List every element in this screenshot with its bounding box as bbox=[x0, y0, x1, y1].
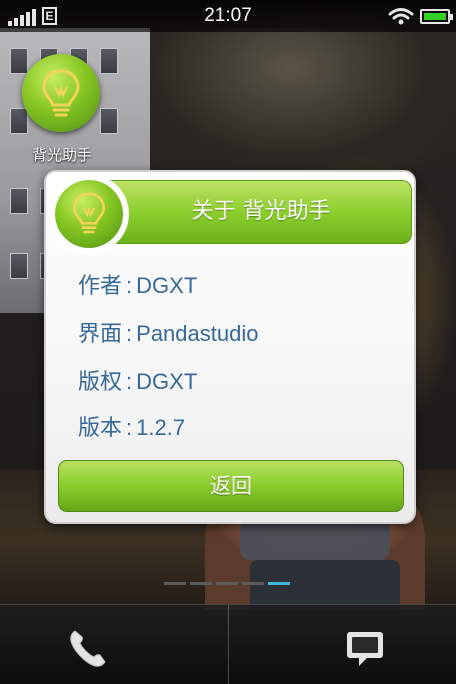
info-row-copyright: 版权: DGXT bbox=[78, 364, 197, 396]
lightbulb-icon bbox=[42, 69, 80, 117]
back-button[interactable]: 返回 bbox=[58, 460, 404, 512]
wifi-icon bbox=[388, 8, 414, 25]
info-value: 1.2.7 bbox=[136, 415, 186, 440]
wallpaper-person-top bbox=[240, 520, 390, 560]
page-indicator bbox=[164, 582, 294, 586]
info-value: DGXT bbox=[136, 273, 198, 298]
dialog-app-icon bbox=[49, 174, 129, 254]
info-separator: : bbox=[126, 369, 133, 394]
info-row-interface: 界面: Pandastudio bbox=[78, 316, 258, 348]
dialog-title: 关于 背光助手 bbox=[191, 199, 331, 224]
lightbulb-icon bbox=[73, 192, 105, 234]
info-separator: : bbox=[126, 321, 133, 346]
page-dot bbox=[164, 582, 186, 585]
info-value: DGXT bbox=[136, 369, 198, 394]
status-bar: E 21:07 bbox=[0, 0, 456, 32]
phone-icon[interactable] bbox=[66, 627, 110, 671]
page-dot bbox=[190, 582, 212, 585]
messages-icon[interactable] bbox=[345, 629, 385, 669]
info-label: 版权 bbox=[78, 370, 123, 395]
page-dot bbox=[242, 582, 264, 585]
dock bbox=[0, 604, 456, 684]
info-label: 作者 bbox=[78, 274, 123, 299]
battery-icon bbox=[420, 9, 453, 24]
page-dot bbox=[216, 582, 238, 585]
page-dot-active bbox=[268, 582, 290, 585]
dock-divider bbox=[228, 605, 229, 684]
info-row-author: 作者: DGXT bbox=[78, 268, 197, 300]
info-label: 版本 bbox=[78, 416, 123, 441]
dialog-header: 关于 背光助手 bbox=[110, 180, 412, 244]
app-icon-backlight-assistant[interactable] bbox=[22, 54, 100, 132]
info-value: Pandastudio bbox=[136, 321, 259, 346]
info-separator: : bbox=[126, 415, 133, 440]
info-separator: : bbox=[126, 273, 133, 298]
app-icon-label: 背光助手 bbox=[31, 146, 92, 164]
info-label: 界面 bbox=[78, 322, 123, 347]
about-dialog: 关于 背光助手 作者: DGXT 界面: Pandastudio 版权: DGXT 版… bbox=[44, 170, 416, 524]
info-row-version: 版本:1.2.7 bbox=[78, 410, 185, 442]
